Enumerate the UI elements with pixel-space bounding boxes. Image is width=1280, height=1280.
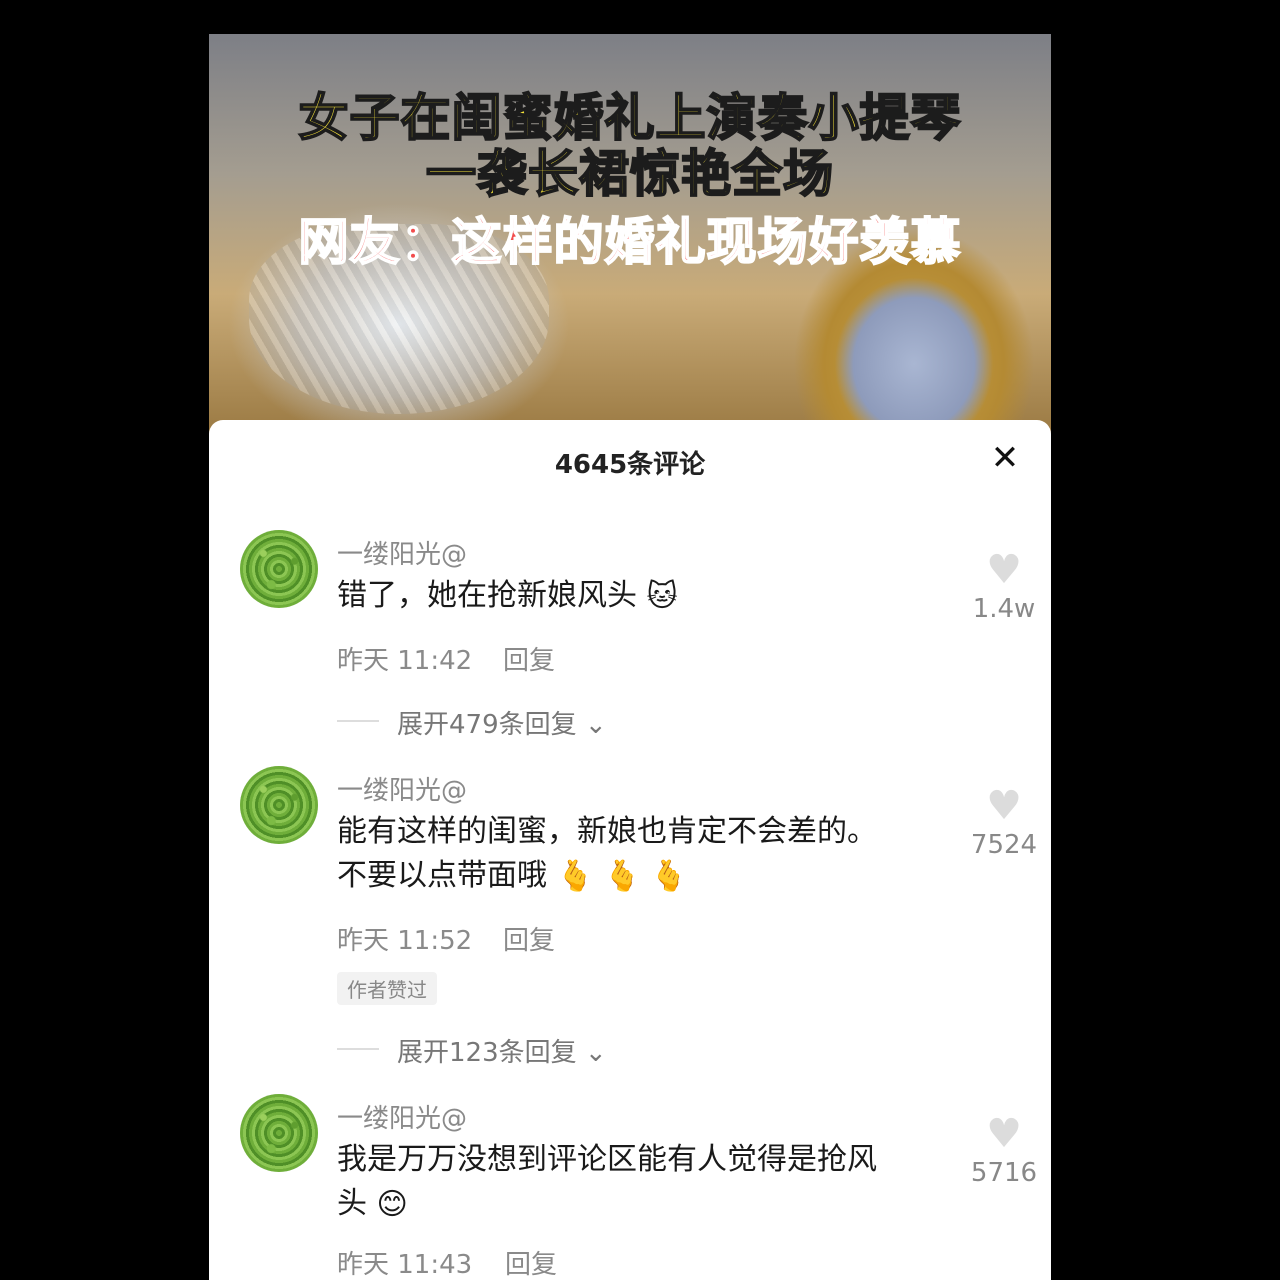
comment-text-content: 错了，她在抢新娘风头 [337, 578, 637, 613]
author-liked-badge: 作者赞过 [337, 972, 437, 1005]
video-caption-line3: 网友：这样的婚礼现场好羡慕 [298, 212, 962, 272]
comment-time: 昨天 11:43 [337, 1250, 473, 1280]
comment-time: 昨天 11:52 [337, 926, 473, 956]
video-caption-line2: 一袭长裙惊艳全场 [425, 144, 834, 204]
smile-emoji-icon: 😊 [376, 1186, 408, 1222]
reply-button[interactable]: 回复 [503, 640, 555, 677]
comment-text: 我是万万没想到评论区能有人觉得是抢风 头 😊 [337, 1138, 927, 1226]
reply-button[interactable]: 回复 [505, 1244, 557, 1280]
heart-icon: ♥ [986, 783, 1022, 829]
like-button[interactable]: ♥ 5716 [959, 1114, 1049, 1188]
phone-screen: 女子在闺蜜婚礼上演奏小提琴 一袭长裙惊艳全场 网友：这样的婚礼现场好羡慕 464… [209, 34, 1051, 1280]
comment-text-line1: 我是万万没想到评论区能有人觉得是抢风 [337, 1142, 877, 1177]
comment-text-line1: 能有这样的闺蜜，新娘也肯定不会差的。 [337, 814, 877, 849]
finger-heart-emoji-icon: 🫰 [603, 858, 641, 894]
like-button[interactable]: ♥ 7524 [959, 786, 1049, 860]
chevron-down-icon: ⌄ [584, 1038, 607, 1068]
like-button[interactable]: ♥ 1.4w [959, 550, 1049, 624]
divider-line [337, 1048, 379, 1050]
like-count: 7524 [970, 830, 1038, 860]
like-count: 5716 [970, 1158, 1038, 1188]
comment-username[interactable]: 一缕阳光@ [337, 534, 467, 571]
comment-text-line2: 不要以点带面哦 [337, 858, 547, 893]
cat-emoji-icon: 🐱 [646, 578, 678, 614]
avatar[interactable] [240, 1094, 318, 1172]
avatar[interactable] [240, 766, 318, 844]
comment-time: 昨天 11:42 [337, 646, 473, 676]
finger-heart-emoji-icon: 🫰 [556, 858, 594, 894]
heart-icon: ♥ [986, 547, 1022, 593]
divider-line [337, 720, 379, 722]
comment-text: 错了，她在抢新娘风头 🐱 [337, 574, 927, 618]
comment-username[interactable]: 一缕阳光@ [337, 770, 467, 807]
comments-sheet: 4645条评论 ✕ 一缕阳光@ 错了，她在抢新娘风头 🐱 昨天 11:42 回复… [209, 420, 1051, 1280]
finger-heart-emoji-icon: 🫰 [650, 858, 688, 894]
video-player[interactable]: 女子在闺蜜婚礼上演奏小提琴 一袭长裙惊艳全场 网友：这样的婚礼现场好羡慕 [209, 34, 1051, 434]
chevron-down-icon: ⌄ [584, 710, 607, 740]
close-icon[interactable]: ✕ [987, 440, 1023, 476]
like-count: 1.4w [972, 594, 1036, 624]
comment-text: 能有这样的闺蜜，新娘也肯定不会差的。 不要以点带面哦 🫰 🫰 🫰 [337, 810, 927, 898]
expand-replies-label: 展开123条回复 [397, 1038, 577, 1068]
comment-username[interactable]: 一缕阳光@ [337, 1098, 467, 1135]
reply-button[interactable]: 回复 [503, 920, 555, 957]
comments-count-title: 4645条评论 [554, 450, 706, 480]
avatar[interactable] [240, 530, 318, 608]
expand-replies-label: 展开479条回复 [397, 710, 577, 740]
heart-icon: ♥ [986, 1111, 1022, 1157]
comment-text-line2: 头 [337, 1186, 367, 1221]
